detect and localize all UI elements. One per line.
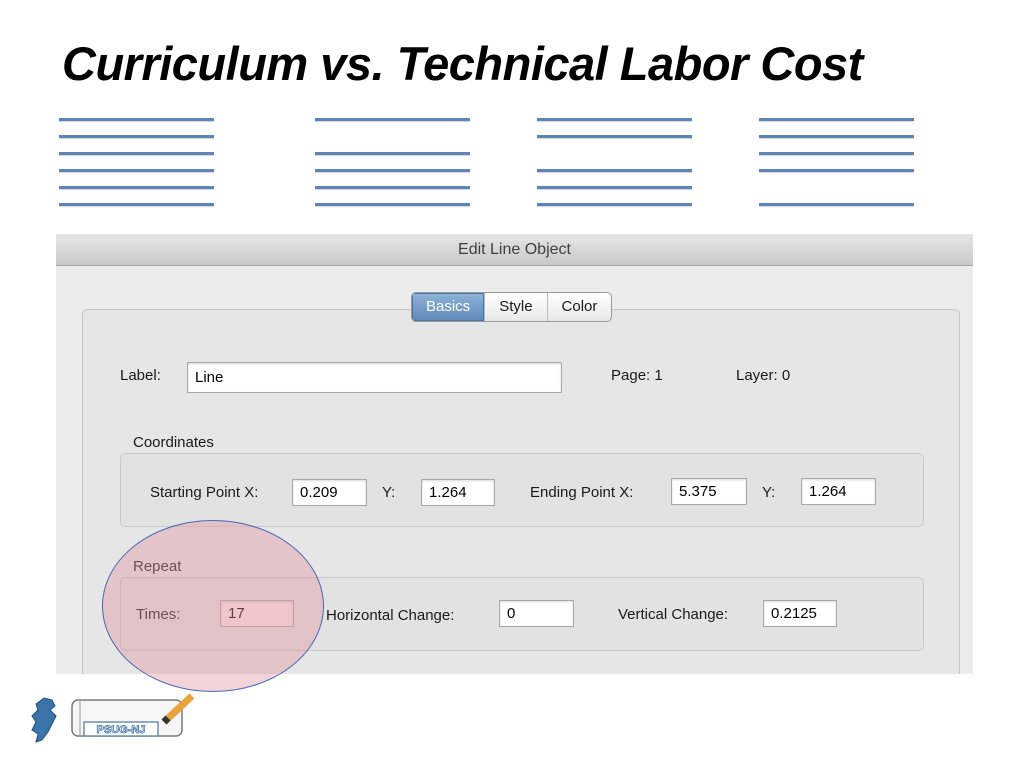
slide-title: Curriculum vs. Technical Labor Cost (62, 37, 863, 90)
tab-style[interactable]: Style (484, 293, 546, 321)
end-y-input[interactable]: 1.264 (801, 478, 876, 505)
vertical-change-input[interactable]: 0.2125 (763, 600, 837, 627)
times-input[interactable]: 17 (220, 600, 294, 627)
line-sample (59, 118, 214, 121)
line-sample (59, 135, 214, 138)
start-y-label: Y: (382, 484, 396, 501)
line-group-4 (759, 112, 914, 212)
line-sample (759, 118, 914, 121)
line-sample (59, 186, 214, 189)
line-sample (59, 203, 214, 206)
line-sample (759, 135, 914, 138)
vertical-change-label: Vertical Change: (618, 606, 729, 623)
line-group-1 (59, 112, 214, 212)
line-sample (59, 169, 214, 172)
horizontal-change-input[interactable]: 0 (499, 600, 574, 627)
line-sample (759, 169, 914, 172)
line-sample (315, 152, 470, 155)
logo-graphic: PSUG-NJ (31, 693, 195, 743)
repeat-title: Repeat (133, 558, 182, 575)
line-sample (315, 118, 470, 121)
times-label: Times: (136, 606, 181, 623)
line-sample (59, 152, 214, 155)
horizontal-change-label: Horizontal Change: (326, 607, 455, 624)
line-sample (759, 152, 914, 155)
line-sample (537, 186, 692, 189)
end-y-label: Y: (762, 484, 776, 501)
line-sample (315, 169, 470, 172)
line-sample (315, 203, 470, 206)
tab-basics[interactable]: Basics (412, 293, 485, 321)
tab-color[interactable]: Color (546, 293, 612, 321)
end-x-label: Ending Point X: (530, 484, 634, 501)
label-caption: Label: (120, 367, 161, 384)
start-x-label: Starting Point X: (150, 484, 259, 501)
start-y-input[interactable]: 1.264 (421, 479, 495, 506)
line-sample (315, 186, 470, 189)
layer-indicator: Layer: 0 (736, 367, 791, 384)
line-sample (537, 203, 692, 206)
start-x-input[interactable]: 0.209 (292, 479, 367, 506)
end-x-input[interactable]: 5.375 (671, 478, 747, 505)
page-indicator: Page: 1 (611, 367, 663, 384)
dialog-titlebar[interactable]: Edit Line Object (56, 234, 973, 266)
line-group-3 (537, 112, 692, 212)
line-sample (537, 135, 692, 138)
logo-text: PSUG-NJ (97, 724, 146, 736)
line-sample (759, 203, 914, 206)
coordinates-title: Coordinates (133, 434, 214, 451)
edit-line-dialog: Edit Line Object Basics Style Color Labe… (56, 234, 973, 674)
tab-bar: Basics Style Color (411, 292, 613, 322)
label-input[interactable]: Line (187, 362, 562, 393)
line-group-2 (315, 112, 470, 212)
line-sample (537, 118, 692, 121)
line-sample (537, 169, 692, 172)
psug-nj-logo: PSUG-NJ (22, 692, 202, 750)
